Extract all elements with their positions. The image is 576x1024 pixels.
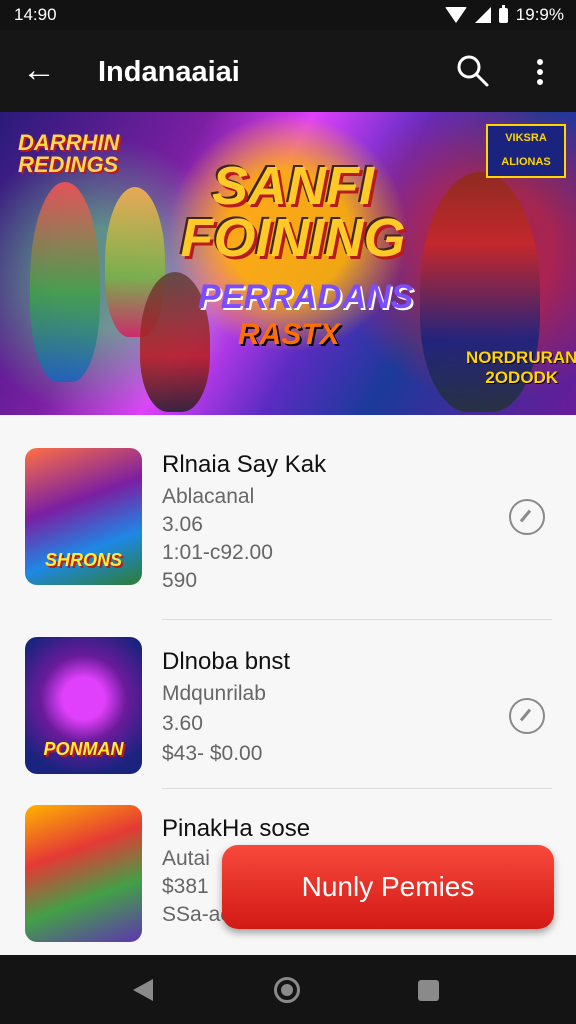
banner-hero-1	[30, 182, 100, 382]
nav-recents-icon[interactable]	[418, 980, 439, 1001]
list-item[interactable]: SHRONS Rlnaia Say Kak Ablacanal 3.06 1:0…	[0, 415, 576, 600]
battery-icon	[498, 4, 508, 23]
app-name: PinakHa sose	[162, 815, 311, 842]
status-bar: 14:90 19:9%	[0, 0, 576, 30]
app-name: Dlnoba bnst	[162, 648, 291, 675]
cta-button[interactable]: Nunly Pemies	[222, 845, 554, 929]
banner-title: SANFI FOINING	[180, 156, 406, 268]
more-options-icon[interactable]	[528, 56, 552, 88]
app-price: 590	[162, 569, 198, 592]
app-rating: 3.60	[162, 712, 203, 735]
back-arrow-icon[interactable]: ←	[22, 52, 58, 88]
banner-subtitle: PERRADANS	[198, 278, 414, 316]
signal-icon	[474, 7, 491, 23]
banner-corner-logo: DARRHIN REDINGS	[18, 130, 120, 177]
system-nav-bar	[0, 955, 576, 1024]
banner-tagline: RASTX	[238, 318, 340, 351]
app-thumbnail: PONMAN	[25, 637, 142, 774]
nav-back-icon[interactable]	[133, 979, 153, 1001]
thumbnail-label: SHRONS	[44, 550, 122, 570]
compass-icon[interactable]	[509, 499, 545, 535]
wifi-icon	[444, 7, 467, 23]
app-thumbnail	[25, 805, 142, 942]
compass-icon[interactable]	[509, 698, 545, 734]
app-price: $43- $0.00	[162, 742, 263, 765]
list-item[interactable]: PONMAN Dlnoba bnst Mdqunrilab 3.60 $43- …	[0, 620, 576, 805]
app-developer: Mdqunrilab	[162, 682, 266, 705]
nav-home-icon[interactable]	[274, 977, 300, 1003]
app-name: Rlnaia Say Kak	[162, 451, 327, 478]
page-title: Indanaaiai	[98, 56, 240, 88]
app-bar: ← Indanaaiai	[0, 30, 576, 112]
search-icon[interactable]	[456, 54, 490, 88]
banner-corner-text: NORDRURAN 2ODODK	[466, 348, 576, 387]
thumbnail-label: PONMAN	[43, 739, 124, 759]
status-time: 14:90	[14, 5, 57, 24]
battery-text: 19:9%	[515, 5, 564, 24]
status-icons: 19:9%	[444, 4, 564, 25]
app-thumbnail: SHRONS	[25, 448, 142, 585]
banner-badge: VIKSRA ALIONAS	[486, 124, 566, 178]
featured-banner[interactable]: DARRHIN REDINGS SANFI FOINING PERRADANS …	[0, 112, 576, 415]
